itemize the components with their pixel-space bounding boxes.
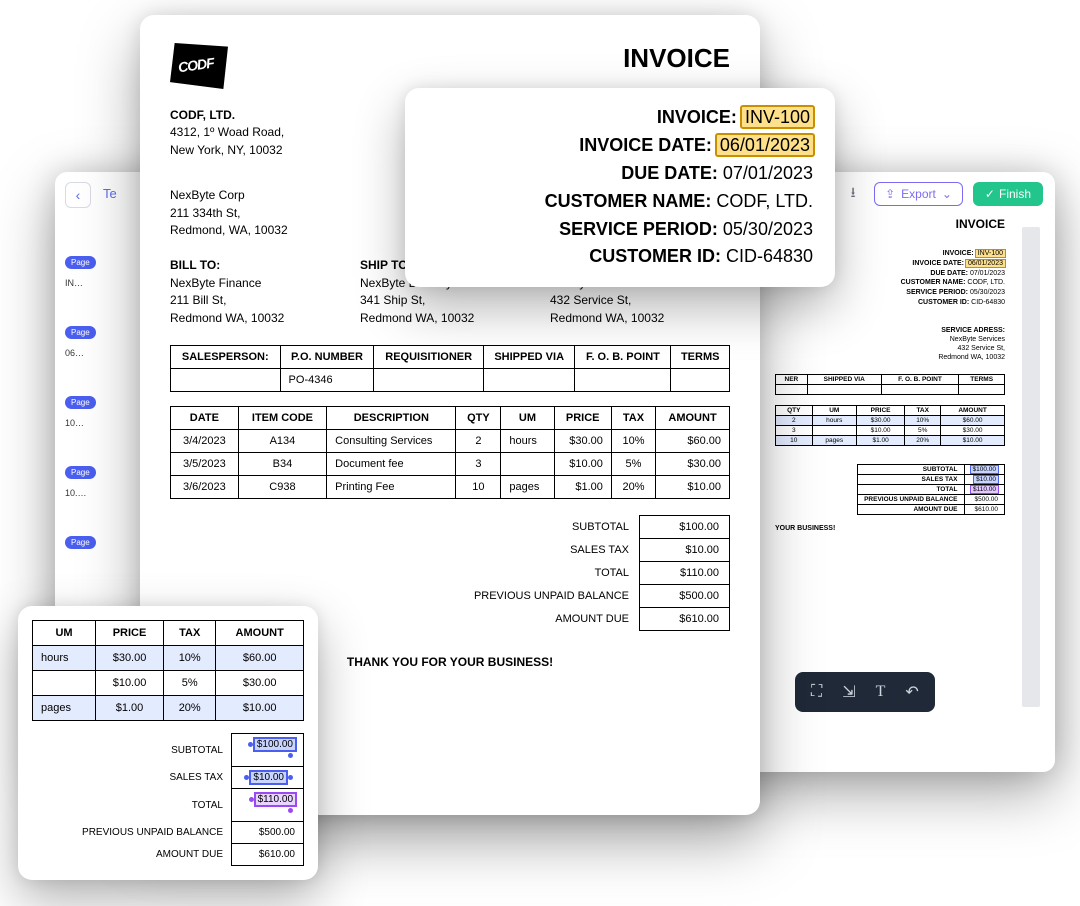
pill-value: 10.… bbox=[65, 488, 125, 498]
annotation-toolbar: ⛶ ⇲ T ↶ bbox=[795, 672, 935, 712]
page-pill[interactable]: Page bbox=[65, 256, 96, 269]
page-pill[interactable]: Page bbox=[65, 536, 96, 549]
table-row: 3/5/2023 B34 Document fee 3 $10.00 5% $3… bbox=[171, 452, 730, 475]
scrollbar[interactable] bbox=[1022, 227, 1040, 707]
preview-grid1: NER SHIPPED VIA F. O. B. POINT TERMS bbox=[775, 374, 1005, 395]
preview-grid2: QTY UM PRICE TAX AMOUNT 2 hours $30.00 1… bbox=[775, 405, 1005, 446]
invoice-meta-callout: INVOICE: INV-100 INVOICE DATE: 06/01/202… bbox=[405, 88, 835, 287]
totals-callout: UM PRICE TAX AMOUNT hours $30.00 10% $60… bbox=[18, 606, 318, 880]
preview-thanks: YOUR BUSINESS! bbox=[775, 525, 1005, 532]
undo-icon[interactable]: ↶ bbox=[905, 682, 918, 702]
export-button[interactable]: ⇪ Export ⌄ bbox=[874, 182, 963, 206]
text-icon[interactable]: T bbox=[876, 683, 886, 701]
order-meta-table: SALESPERSON: P.O. NUMBER REQUISITIONER S… bbox=[170, 345, 730, 392]
fullscreen-icon[interactable]: ⛶ bbox=[811, 683, 822, 701]
back-button[interactable]: ‹ bbox=[65, 182, 91, 208]
pill-value: IN… bbox=[65, 278, 125, 288]
finish-label: Finish bbox=[999, 187, 1031, 201]
title-fragment: Te bbox=[103, 186, 117, 201]
line-items-table: DATE ITEM CODE DESCRIPTION QTY UM PRICE … bbox=[170, 406, 730, 499]
export-label: Export bbox=[901, 187, 936, 201]
download-icon[interactable]: ⭳ bbox=[842, 183, 864, 205]
pill-value: 06… bbox=[65, 348, 125, 358]
table-row: 3/4/2023 A134 Consulting Services 2 hour… bbox=[171, 429, 730, 452]
invoice-title: INVOICE bbox=[623, 43, 730, 74]
callout-items-table: UM PRICE TAX AMOUNT hours $30.00 10% $60… bbox=[32, 620, 304, 721]
finish-button[interactable]: ✓ Finish bbox=[973, 182, 1043, 206]
upload-icon: ⇪ bbox=[885, 187, 895, 201]
page-pill[interactable]: Page bbox=[65, 326, 96, 339]
bill-to: BILL TO: NexByte Finance 211 Bill St, Re… bbox=[170, 257, 350, 327]
page-pill[interactable]: Page bbox=[65, 396, 96, 409]
check-icon: ✓ bbox=[985, 187, 995, 201]
table-row: $10.00 5% $30.00 bbox=[33, 671, 304, 696]
pill-value: 10… bbox=[65, 418, 125, 428]
company-logo: CODF bbox=[170, 43, 228, 89]
chevron-down-icon: ⌄ bbox=[942, 187, 952, 201]
table-row: pages $1.00 20% $10.00 bbox=[33, 696, 304, 721]
table-row: 3/6/2023 C938 Printing Fee 10 pages $1.0… bbox=[171, 475, 730, 498]
page-pill[interactable]: Page bbox=[65, 466, 96, 479]
select-icon[interactable]: ⇲ bbox=[842, 682, 855, 702]
table-row: hours $30.00 10% $60.00 bbox=[33, 646, 304, 671]
